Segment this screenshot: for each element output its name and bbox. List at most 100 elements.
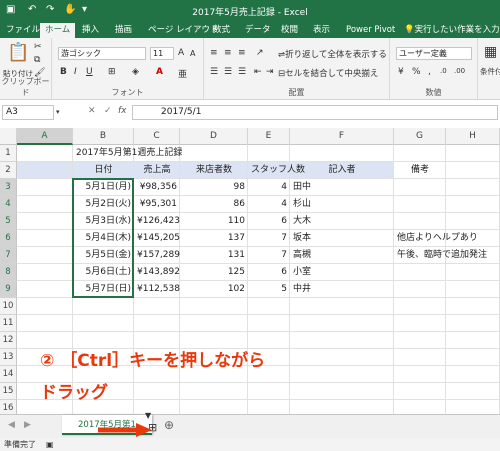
data-cell[interactable]: 125 xyxy=(180,264,248,281)
data-cell[interactable]: 5月4日(木) xyxy=(73,230,134,247)
data-cell[interactable]: 4 xyxy=(248,196,290,213)
fx-icon[interactable]: fx xyxy=(118,106,127,116)
align-center-icon[interactable]: ☰ xyxy=(224,67,232,77)
fill-color-icon[interactable]: ◈ xyxy=(132,67,139,77)
formula-input[interactable]: 2017/5/1 xyxy=(132,105,498,120)
data-cell[interactable]: 5月3日(水) xyxy=(73,213,134,230)
tab-formulas[interactable]: 数式 xyxy=(213,23,230,38)
tab-page-layout[interactable]: ページ レイアウト xyxy=(148,23,219,38)
header-cell[interactable]: 売上高 xyxy=(134,162,180,179)
data-cell[interactable]: 98 xyxy=(180,179,248,196)
paste-icon[interactable]: 📋 xyxy=(7,42,29,63)
tell-me-box[interactable]: 💡実行したい作業を入力してく xyxy=(404,23,500,38)
grow-font-icon[interactable]: A xyxy=(178,48,184,58)
comma-icon[interactable]: , xyxy=(428,67,431,77)
data-cell[interactable]: 5月7日(日) xyxy=(73,281,134,298)
cancel-icon[interactable]: ✕ xyxy=(88,106,96,116)
phonetic-icon[interactable]: 亜 xyxy=(178,67,187,80)
data-cell[interactable]: 坂本 xyxy=(290,230,394,247)
copy-icon[interactable]: ⧉ xyxy=(34,55,40,65)
data-cell[interactable]: ¥157,289 xyxy=(134,247,180,264)
row-header[interactable]: 8 xyxy=(0,264,17,281)
orientation-icon[interactable]: ↗ xyxy=(256,48,264,58)
align-top-icon[interactable]: ≡ xyxy=(210,48,218,58)
data-cell[interactable]: 高槻 xyxy=(290,247,394,264)
header-cell[interactable]: スタッフ人数 xyxy=(248,162,305,179)
column-header[interactable]: G xyxy=(394,128,446,145)
row-header[interactable]: 5 xyxy=(0,213,17,230)
row-header[interactable]: 13 xyxy=(0,349,17,366)
title-cell[interactable]: 2017年5月第1週売上記録 xyxy=(73,145,185,162)
data-cell[interactable]: 131 xyxy=(180,247,248,264)
align-left-icon[interactable]: ☰ xyxy=(210,67,218,77)
tab-file[interactable]: ファイル xyxy=(6,23,40,38)
name-box-dropdown-icon[interactable]: ▾ xyxy=(56,108,60,116)
column-header[interactable]: F xyxy=(290,128,394,145)
increase-indent-icon[interactable]: ⇥ xyxy=(266,67,274,77)
row-header[interactable]: 10 xyxy=(0,298,17,315)
data-cell[interactable]: 7 xyxy=(248,230,290,247)
data-cell[interactable]: 5月1日(月) xyxy=(73,179,134,196)
column-header[interactable]: A xyxy=(17,128,73,145)
macro-record-icon[interactable]: ▣ xyxy=(46,438,54,451)
row-header[interactable]: 4 xyxy=(0,196,17,213)
data-cell[interactable]: ¥95,301 xyxy=(134,196,180,213)
bold-icon[interactable]: B xyxy=(60,67,67,77)
tab-home[interactable]: ホーム xyxy=(40,23,76,38)
enter-icon[interactable]: ✓ xyxy=(104,106,112,116)
data-cell[interactable]: 午後、臨時で追加発注 xyxy=(394,247,490,264)
tab-data[interactable]: データ xyxy=(245,23,271,38)
data-cell[interactable]: 小室 xyxy=(290,264,394,281)
new-sheet-icon[interactable]: ⊕ xyxy=(164,418,174,432)
data-cell[interactable]: 4 xyxy=(248,179,290,196)
row-header[interactable]: 6 xyxy=(0,230,17,247)
merge-center-button[interactable]: ⊟セルを結合して中央揃え xyxy=(278,67,378,79)
header-cell[interactable]: 日付 xyxy=(73,162,134,179)
currency-icon[interactable]: ¥ xyxy=(398,67,404,77)
font-color-icon[interactable]: A xyxy=(156,67,163,77)
conditional-formatting-button[interactable]: 条件付き xyxy=(480,66,500,77)
data-cell[interactable]: 田中 xyxy=(290,179,394,196)
row-header[interactable]: 7 xyxy=(0,247,17,264)
data-cell[interactable]: ¥143,892 xyxy=(134,264,180,281)
scroll-left-icon[interactable]: ◀ xyxy=(8,420,15,430)
row-header[interactable]: 12 xyxy=(0,332,17,349)
italic-icon[interactable]: I xyxy=(74,67,77,77)
conditional-formatting-icon[interactable]: ▦ xyxy=(484,44,497,60)
data-cell[interactable]: 6 xyxy=(248,264,290,281)
percent-icon[interactable]: % xyxy=(412,67,421,77)
data-cell[interactable]: 86 xyxy=(180,196,248,213)
column-header[interactable]: D xyxy=(180,128,248,145)
scroll-right-icon[interactable]: ▶ xyxy=(24,420,31,430)
row-header[interactable]: 16 xyxy=(0,400,17,414)
row-header[interactable]: 14 xyxy=(0,366,17,383)
row-header[interactable]: 1 xyxy=(0,145,17,162)
cut-icon[interactable]: ✂ xyxy=(34,42,42,52)
decrease-decimal-icon[interactable]: .00 xyxy=(454,67,465,75)
data-cell[interactable]: 5月6日(土) xyxy=(73,264,134,281)
column-header[interactable]: H xyxy=(446,128,500,145)
decrease-indent-icon[interactable]: ⇤ xyxy=(254,67,262,77)
data-cell[interactable]: ¥126,423 xyxy=(134,213,180,230)
data-cell[interactable]: 5 xyxy=(248,281,290,298)
shrink-font-icon[interactable]: A xyxy=(190,49,195,58)
header-cell[interactable]: 備考 xyxy=(394,162,446,179)
font-size-select[interactable]: 11 xyxy=(150,47,174,60)
align-bottom-icon[interactable]: ≡ xyxy=(238,48,246,58)
borders-icon[interactable]: ⊞ xyxy=(108,67,116,77)
align-middle-icon[interactable]: ≡ xyxy=(224,48,232,58)
tab-view[interactable]: 表示 xyxy=(313,23,330,38)
select-all-corner[interactable] xyxy=(0,128,17,145)
tab-draw[interactable]: 描画 xyxy=(115,23,132,38)
row-header[interactable]: 3 xyxy=(0,179,17,196)
column-header[interactable]: C xyxy=(134,128,180,145)
column-header[interactable]: E xyxy=(248,128,290,145)
data-cell[interactable]: ¥98,356 xyxy=(134,179,180,196)
wrap-text-button[interactable]: ⇌折り返して全体を表示する xyxy=(278,48,387,60)
row-header[interactable]: 9 xyxy=(0,281,17,298)
data-cell[interactable]: 大木 xyxy=(290,213,394,230)
row-header[interactable]: 2 xyxy=(0,162,17,179)
data-cell[interactable]: ¥145,205 xyxy=(134,230,180,247)
data-cell[interactable]: ¥112,538 xyxy=(134,281,180,298)
worksheet-grid[interactable]: ABCDEFGH 1234567891011121314151617182017… xyxy=(0,128,500,414)
